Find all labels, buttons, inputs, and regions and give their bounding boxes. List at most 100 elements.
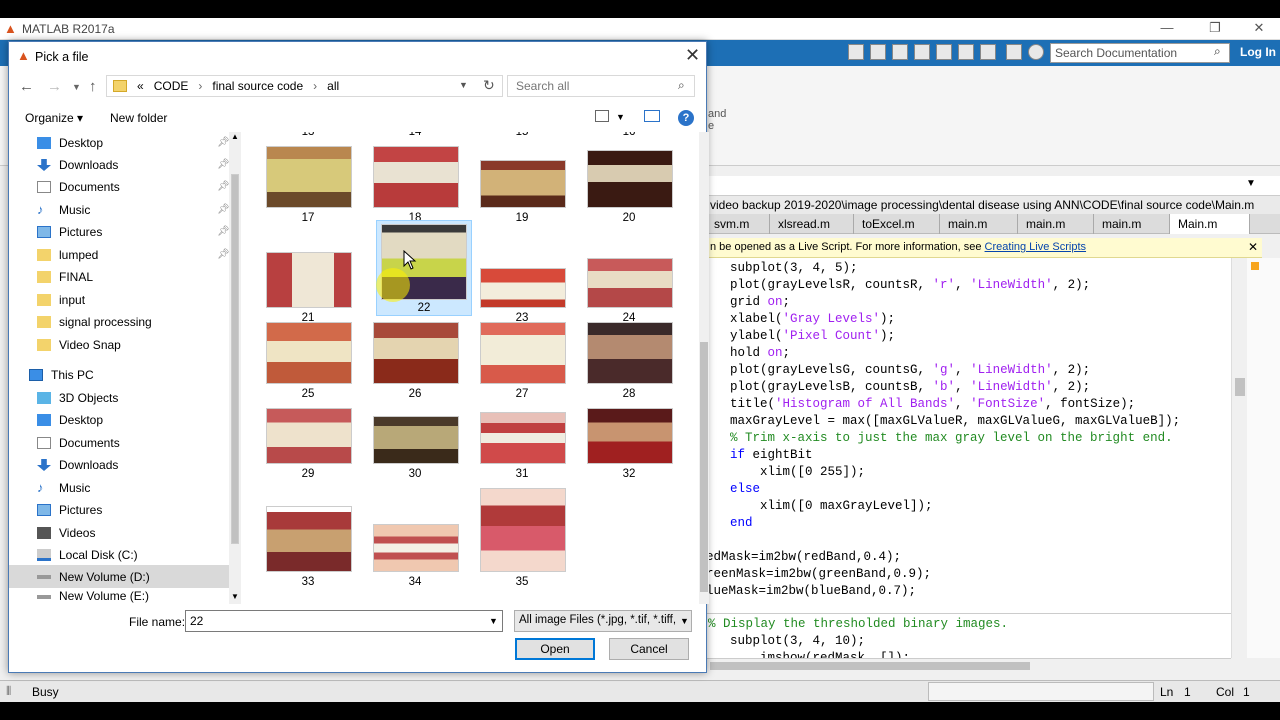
nav-item-local-disk-c[interactable]: Local Disk (C:) <box>37 544 138 566</box>
chevron-down-icon[interactable]: ▼ <box>459 80 468 90</box>
warning-indicator[interactable] <box>1251 262 1259 270</box>
code-editor[interactable]: subplot(3, 4, 5); plot(grayLevelsR, coun… <box>706 258 1231 658</box>
navigation-scrollbar[interactable]: ▲ ▼ <box>229 132 241 604</box>
nav-item-this-pc[interactable]: This PC <box>29 364 94 386</box>
tab-svm[interactable]: svm.m <box>706 214 770 234</box>
current-folder-bar[interactable]: ▼ <box>706 176 1280 196</box>
breadcrumb-final-source-code[interactable]: final source code <box>212 79 303 93</box>
refresh-icon[interactable]: ↻ <box>483 77 495 94</box>
chevron-down-icon[interactable]: ▼ <box>680 616 689 626</box>
cancel-button[interactable]: Cancel <box>609 638 689 660</box>
new-script-icon[interactable] <box>848 44 864 60</box>
switch-windows-icon[interactable] <box>1006 44 1022 60</box>
scrollbar-thumb[interactable] <box>700 342 708 592</box>
tab-main-3[interactable]: main.m <box>1094 214 1170 234</box>
nav-item-pc-documents[interactable]: Documents <box>37 432 120 454</box>
close-infobar-icon[interactable]: ✕ <box>1248 240 1258 254</box>
nav-item-pictures[interactable]: Pictures <box>37 221 102 243</box>
code-line: title('Histogram of All Bands', 'FontSiz… <box>730 397 1136 411</box>
nav-item-pc-downloads[interactable]: Downloads <box>37 454 118 476</box>
nav-item-videos[interactable]: Videos <box>37 522 95 544</box>
breadcrumb-code[interactable]: CODE <box>154 79 189 93</box>
nav-item-pc-pictures[interactable]: Pictures <box>37 499 102 521</box>
nav-item-video-snap[interactable]: Video Snap <box>37 334 121 356</box>
help-icon[interactable] <box>1028 44 1044 60</box>
nav-item-desktop[interactable]: Desktop <box>37 132 103 154</box>
chevron-down-icon[interactable]: ▼ <box>489 616 498 626</box>
documents-icon <box>37 437 51 449</box>
cut-icon[interactable] <box>892 44 908 60</box>
creating-live-scripts-link[interactable]: Creating Live Scripts <box>985 241 1087 253</box>
editor-vertical-scrollbar[interactable] <box>1231 258 1247 658</box>
nav-item-lumped[interactable]: lumped <box>37 244 98 266</box>
save-icon[interactable] <box>870 44 886 60</box>
back-arrow-icon[interactable]: ← <box>19 78 34 95</box>
close-window-button[interactable]: ✕ <box>1244 20 1274 38</box>
pin-icon[interactable]: 📌︎ <box>217 159 230 170</box>
tab-toexcel[interactable]: toExcel.m <box>854 214 940 234</box>
nav-item-label: Downloads <box>59 458 119 472</box>
nav-item-music[interactable]: ♪ Music <box>37 199 90 221</box>
scrollbar-thumb[interactable] <box>1235 378 1245 396</box>
paste-icon[interactable] <box>936 44 952 60</box>
preview-pane-icon[interactable] <box>644 110 660 122</box>
up-arrow-icon[interactable]: ↑ <box>89 78 97 95</box>
nav-item-label: lumped <box>59 248 99 262</box>
documentation-search-input[interactable]: Search Documentation <box>1050 43 1230 63</box>
copy-icon[interactable] <box>914 44 930 60</box>
more-options-icon[interactable]: ▼ <box>616 112 625 122</box>
nav-item-pc-music[interactable]: ♪ Music <box>37 477 90 499</box>
scrollbar-thumb[interactable] <box>710 662 1030 670</box>
code-line: subplot(3, 4, 5); <box>730 261 858 275</box>
tab-xlsread[interactable]: xlsread.m <box>770 214 854 234</box>
pin-icon[interactable]: 📌︎ <box>217 226 230 237</box>
change-view-icon[interactable] <box>595 110 609 122</box>
new-folder-button[interactable]: New folder <box>110 111 167 125</box>
tab-main-active[interactable]: Main.m <box>1170 214 1250 234</box>
nav-item-documents[interactable]: Documents <box>37 176 120 198</box>
pin-icon[interactable]: 📌︎ <box>217 137 230 148</box>
file-list-scrollbar[interactable] <box>699 132 709 604</box>
nav-item-new-volume-d[interactable]: New Volume (D:) <box>37 566 150 588</box>
minimize-button[interactable]: — <box>1152 20 1182 38</box>
chevron-down-icon[interactable]: ▼ <box>1246 178 1256 189</box>
nav-item-downloads[interactable]: Downloads <box>37 154 118 176</box>
file-label: 31 <box>515 468 529 480</box>
redo-icon[interactable] <box>980 44 996 60</box>
login-button[interactable]: Log In <box>1240 45 1276 59</box>
line-label: Ln <box>1160 685 1174 699</box>
tab-main-1[interactable]: main.m <box>940 214 1018 234</box>
pin-icon[interactable]: 📌︎ <box>217 249 230 260</box>
tab-main-2[interactable]: main.m <box>1018 214 1094 234</box>
restore-button[interactable]: ❐ <box>1200 20 1230 38</box>
address-bar[interactable]: « CODE › final source code › all ▼ ↻ <box>106 75 503 97</box>
nav-item-pc-desktop[interactable]: Desktop <box>37 409 103 431</box>
scroll-down-icon[interactable]: ▼ <box>231 592 239 601</box>
dialog-title: Pick a file <box>35 50 89 64</box>
help-icon[interactable]: ? <box>678 110 694 126</box>
nav-item-final[interactable]: FINAL <box>37 266 93 288</box>
pin-icon[interactable]: 📌︎ <box>217 181 230 192</box>
search-input[interactable]: Search all ⌕ <box>507 75 695 97</box>
undo-icon[interactable] <box>958 44 974 60</box>
nav-item-3d-objects[interactable]: 3D Objects <box>37 387 118 409</box>
close-icon[interactable]: ✕ <box>685 45 700 66</box>
filename-input[interactable]: 22 ▼ <box>185 610 503 632</box>
recent-locations-icon[interactable]: ▼ <box>72 82 81 92</box>
pin-icon[interactable]: 📌︎ <box>217 204 230 215</box>
nav-item-input[interactable]: input <box>37 289 85 311</box>
organize-button[interactable]: Organize ▾ <box>25 111 83 125</box>
code-line: xlabel('Gray Levels'); <box>730 312 896 326</box>
file-type-select[interactable]: All image Files (*.jpg, *.tif, *.tiff, <box>514 610 692 632</box>
breadcrumb-all[interactable]: all <box>327 79 339 93</box>
forward-arrow-icon[interactable]: → <box>47 78 62 95</box>
scrollbar-thumb[interactable] <box>231 174 239 544</box>
breadcrumb-overflow[interactable]: « <box>137 79 144 93</box>
code-line: edMask=im2bw(redBand,0.4); <box>706 550 902 564</box>
nav-item-new-volume-e[interactable]: New Volume (E:) <box>37 589 149 603</box>
scroll-up-icon[interactable]: ▲ <box>231 132 239 141</box>
open-button[interactable]: Open <box>515 638 595 660</box>
editor-horizontal-scrollbar[interactable] <box>706 658 1231 672</box>
nav-item-signal-processing[interactable]: signal processing <box>37 311 152 333</box>
search-icon: ⌕ <box>678 78 685 92</box>
